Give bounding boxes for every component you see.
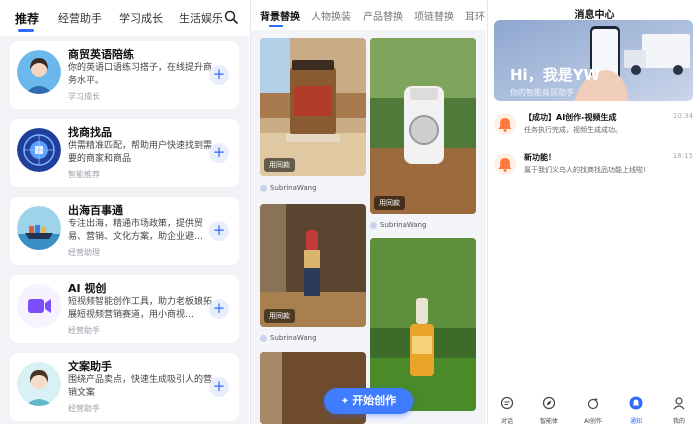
bottom-nav: 对话 智能体 AI创作 通知 我的	[488, 393, 700, 424]
card-title: 文案助手	[68, 360, 112, 373]
card-tag: 智能推荐	[68, 170, 100, 179]
card-title: 商贸英语陪练	[68, 48, 134, 61]
author-avatar-icon	[370, 221, 377, 229]
nav-label: AI创作	[584, 418, 602, 424]
template-image-serum[interactable]	[370, 238, 476, 411]
agent-list-panel: 推荐 经营助手 学习成长 生活娱乐 商贸英语陪练 你的英语口语练习搭子，在线提升…	[0, 0, 249, 424]
agent-card-find-merchants[interactable]: 找商找品 供需精准匹配，帮助用户快速找到需要的商家和商品 智能推荐 +	[10, 119, 239, 187]
nav-label: 对话	[500, 418, 513, 424]
message-item[interactable]: 【成功】AI创作-视频生成 任务执行完成，视频生成成功。 10:34	[494, 111, 693, 151]
page-title: 消息中心	[574, 10, 615, 21]
nav-label: 智能体	[539, 418, 558, 424]
message-time: 18:15	[672, 152, 693, 160]
tab-necklace-replace[interactable]: 项链替换	[414, 8, 454, 23]
add-agent-button[interactable]: +	[209, 65, 229, 85]
card-desc: 供需精准匹配，帮助用户快速找到需要的商家和商品	[68, 141, 213, 164]
profile-icon	[673, 397, 685, 410]
tab-lifestyle[interactable]: 生活娱乐	[179, 10, 223, 26]
compass-icon	[542, 396, 556, 410]
nav-ai-create[interactable]: AI创作	[578, 395, 608, 424]
tab-product-replace[interactable]: 产品替换	[363, 8, 403, 23]
cargo-ship-icon	[17, 206, 61, 250]
card-title: 找商找品	[68, 126, 112, 139]
use-same-badge[interactable]: 用同款	[374, 196, 405, 210]
card-tag: 经营助手	[68, 404, 100, 413]
template-author: SubrinaWang	[370, 221, 427, 229]
message-item[interactable]: 新功能！ 属于我们义乌人的找商找品功能上线啦! 18:15	[494, 151, 693, 191]
category-tabs: 推荐 经营助手 学习成长 生活娱乐	[0, 0, 249, 36]
active-tab-underline	[18, 29, 34, 32]
template-image-device[interactable]: 用同款	[370, 38, 476, 214]
card-tag: 学习成长	[68, 92, 100, 101]
message-time: 10:34	[672, 112, 693, 120]
card-tag: 经营助理	[68, 248, 100, 257]
author-avatar-icon	[260, 184, 267, 192]
nav-chat[interactable]: 对话	[492, 395, 522, 424]
assistant-banner[interactable]: Hi，我是YW 你的智能商贸助手	[494, 20, 693, 101]
add-agent-button[interactable]: +	[209, 221, 229, 241]
agent-card-english-trainer[interactable]: 商贸英语陪练 你的英语口语练习搭子，在线提升商务水平。 学习成长 +	[10, 41, 239, 109]
notification-bell-icon	[494, 113, 516, 135]
nav-notifications[interactable]: 通知	[621, 395, 651, 424]
message-title: 新功能！	[524, 153, 556, 162]
businesswoman-avatar-icon	[17, 50, 61, 94]
message-desc: 属于我们义乌人的找商找品功能上线啦!	[524, 166, 646, 174]
agent-card-copywriter[interactable]: 文案助手 围绕产品卖点，快速生成吸引人的营销文案 经营助手 +	[10, 353, 239, 421]
use-same-badge[interactable]: 用同款	[264, 158, 295, 172]
template-gallery-panel: 背景替换 人物换装 产品替换 项链替换 耳环替换 用同款 SubrinaWang	[250, 0, 486, 424]
card-desc: 短视频智能创作工具，助力老板娘拓展短视频营销赛道，用小商视…	[68, 297, 213, 320]
template-tabs: 背景替换 人物换装 产品替换 项链替换 耳环替换	[251, 0, 486, 30]
nav-agents[interactable]: 智能体	[534, 395, 564, 424]
notification-icon	[629, 396, 643, 410]
ai-create-icon	[587, 397, 599, 410]
notification-bell-icon	[494, 153, 516, 175]
start-create-button[interactable]: ✦ 开始创作	[324, 388, 413, 414]
nav-profile[interactable]: 我的	[664, 395, 694, 424]
active-tab-underline	[269, 25, 283, 27]
message-desc: 任务执行完成，视频生成成功。	[524, 126, 622, 134]
card-desc: 你的英语口语练习搭子，在线提升商务水平。	[68, 63, 213, 86]
add-agent-button[interactable]: +	[209, 143, 229, 163]
template-image-nut-jar[interactable]: 用同款	[260, 38, 366, 176]
template-image-lipstick[interactable]: 用同款	[260, 204, 366, 327]
card-desc: 围绕产品卖点，快速生成吸引人的营销文案	[68, 375, 213, 398]
message-title: 【成功】AI创作-视频生成	[524, 113, 617, 122]
use-same-badge[interactable]: 用同款	[264, 309, 295, 323]
nav-label: 我的	[672, 418, 685, 424]
tab-earring-replace[interactable]: 耳环替换	[465, 8, 486, 23]
tab-outfit-change[interactable]: 人物换装	[311, 8, 351, 23]
tab-background-replace[interactable]: 背景替换	[260, 8, 300, 23]
tab-learning[interactable]: 学习成长	[119, 10, 163, 26]
sparkle-icon: ✦	[340, 396, 350, 407]
template-author: SubrinaWang	[260, 184, 317, 192]
card-title: AI 视创	[68, 282, 107, 295]
add-agent-button[interactable]: +	[209, 377, 229, 397]
card-tag: 经营助手	[68, 326, 100, 335]
template-author: SubrinaWang	[260, 334, 317, 342]
tab-business[interactable]: 经营助手	[58, 10, 102, 26]
video-camera-icon	[17, 284, 61, 328]
agent-card-overseas-guide[interactable]: 出海百事通 专注出海，精通市场政策，提供贸易、营销、文化方案，助企业避… 经营助…	[10, 197, 239, 265]
nav-label: 通知	[629, 418, 642, 424]
woman-avatar-icon	[17, 362, 61, 406]
agent-card-ai-video[interactable]: AI 视创 短视频智能创作工具，助力老板娘拓展短视频营销赛道，用小商视… 经营助…	[10, 275, 239, 343]
author-avatar-icon	[260, 334, 267, 342]
add-agent-button[interactable]: +	[209, 299, 229, 319]
card-title: 出海百事通	[68, 204, 123, 217]
tab-recommend[interactable]: 推荐	[15, 10, 39, 27]
chat-icon	[500, 396, 514, 410]
banner-subtitle: 你的智能商贸助手	[510, 88, 574, 97]
search-icon[interactable]	[224, 10, 238, 24]
message-center-panel: 消息中心 Hi，我是YW 你的智能商贸助手 【成功】AI创作-视频生成 任务执行…	[487, 0, 700, 424]
card-desc: 专注出海，精通市场政策，提供贸易、营销、文化方案，助企业避…	[68, 219, 204, 242]
banner-title: Hi，我是YW	[510, 66, 601, 84]
globe-chip-icon	[17, 128, 61, 172]
